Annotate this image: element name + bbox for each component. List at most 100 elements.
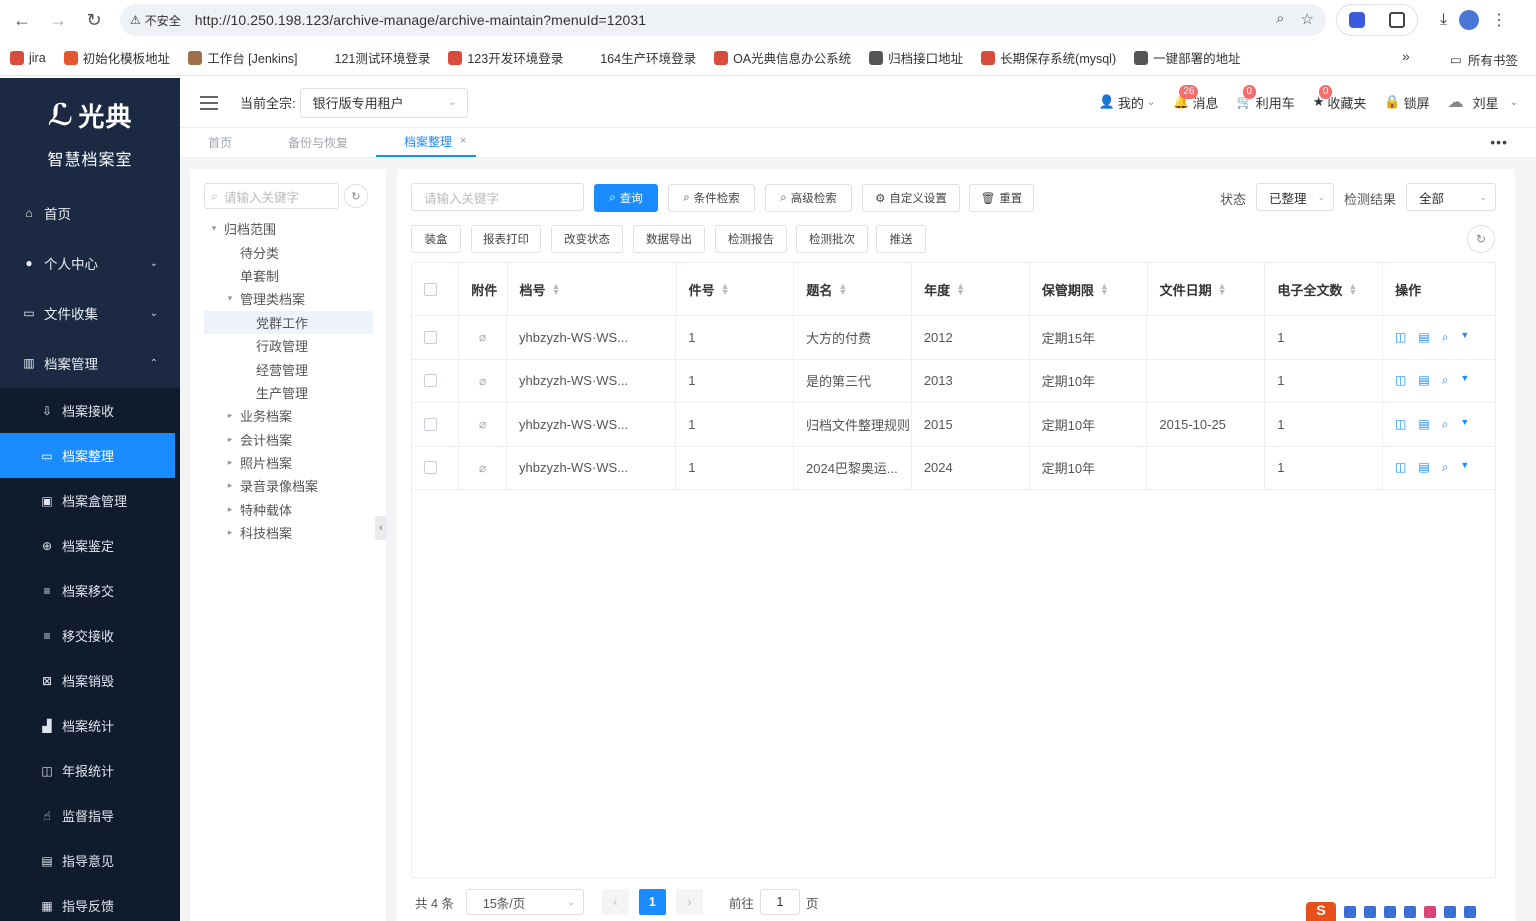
check-result-select[interactable]: 全部 ⌄ (1406, 183, 1496, 211)
detail-icon[interactable]: ▤ (1418, 373, 1429, 388)
submenu-item-5[interactable]: ≡ 移交接收 (0, 613, 180, 658)
sort-icon[interactable]: ▲ ▼ (721, 282, 730, 297)
url-text[interactable]: http://10.250.198.123/archive-manage/arc… (195, 12, 646, 28)
tree-refresh-icon[interactable]: ↻ (344, 184, 368, 208)
table-row[interactable]: ⌀ yhbzyzh-WS·WS... 1 是的第三代 2013 定期10年 1 ◫ ▤ ⌕ ▼ (412, 359, 1495, 403)
tree-node[interactable]: 经营管理 (204, 357, 373, 380)
paperclip-icon[interactable]: ⌀ (479, 417, 486, 431)
tree-node[interactable]: ▸ 科技档案 (204, 521, 373, 544)
all-bookmarks[interactable]: ▭ 所有书签 (1450, 50, 1518, 69)
submenu-item-0[interactable]: ⇩ 档案接收 (0, 388, 180, 433)
custom-settings-button[interactable]: ⚙ 自定义设置 (862, 184, 960, 212)
action-button-2[interactable]: 改变状态 (551, 225, 623, 253)
next-page-button[interactable]: › (675, 889, 703, 915)
reset-button[interactable]: 🗑 重置 (969, 184, 1034, 212)
submenu-item-8[interactable]: ◫ 年报统计 (0, 748, 180, 793)
tree-node[interactable]: ▾ 管理类档案 (204, 287, 373, 310)
ime-skin-icon[interactable] (1424, 905, 1436, 918)
submenu-item-7[interactable]: ▟ 档案统计 (0, 703, 180, 748)
detail-icon[interactable]: ▤ (1418, 460, 1429, 475)
search-icon[interactable]: ⌕ (1442, 373, 1449, 388)
tree-expand-icon[interactable]: ▸ (224, 504, 236, 515)
bookmark-item[interactable]: 123开发环境登录 (448, 48, 563, 67)
tree-node[interactable]: 生产管理 (204, 381, 373, 404)
view-icon[interactable]: ◫ (1395, 330, 1406, 345)
kebab-menu-icon[interactable]: ⋮ (1491, 10, 1507, 30)
tree-node[interactable]: ▸ 录音录像档案 (204, 474, 373, 497)
paperclip-icon[interactable]: ⌀ (479, 374, 486, 388)
action-button-4[interactable]: 检测报告 (715, 225, 787, 253)
tree-node[interactable]: ▸ 特种载体 (204, 498, 373, 521)
bookmark-item[interactable]: 164生产环境登录 (581, 48, 696, 67)
bookmarks-overflow-icon[interactable]: » (1402, 48, 1410, 64)
sort-icon[interactable]: ▲ ▼ (838, 282, 847, 297)
page-size-select[interactable]: 15条/页 ⌄ (465, 889, 584, 915)
tenant-select[interactable]: 银行版专用租户 ⌄ (299, 87, 468, 118)
ime-lang-icon[interactable] (1344, 905, 1356, 918)
condition-search-button[interactable]: ⌕ 条件检索 (668, 184, 755, 212)
tab-0[interactable]: 首页 (180, 127, 260, 157)
tree-expand-icon[interactable]: ▸ (224, 434, 236, 445)
sort-icon[interactable]: ▲ ▼ (1348, 282, 1357, 297)
query-button[interactable]: ⌕ 查询 (594, 184, 658, 212)
star-icon[interactable]: ☆ (1301, 10, 1314, 28)
bookmark-item[interactable]: 归档接口地址 (869, 48, 963, 67)
messages-button[interactable]: 🔔 26 消息 (1173, 84, 1219, 112)
page-1-button[interactable]: 1 (638, 889, 666, 915)
profile-avatar[interactable] (1459, 10, 1480, 30)
tree-node[interactable]: 行政管理 (204, 334, 373, 357)
bookmark-item[interactable]: 121测试环境登录 (315, 48, 430, 67)
submenu-item-6[interactable]: ⊠ 档案销毁 (0, 658, 180, 703)
cart-button[interactable]: 🛒 0 利用车 (1237, 84, 1295, 112)
sidebar-item-2[interactable]: ▭ 文件收集 ⌄ (0, 288, 180, 338)
tab-2[interactable]: 档案整理 × (376, 127, 477, 157)
ime-mic-icon[interactable] (1384, 905, 1396, 918)
tab-1[interactable]: 备份与恢复 (260, 127, 376, 157)
submenu-item-11[interactable]: ▦ 指导反馈 (0, 883, 180, 921)
advanced-search-button[interactable]: ⌕ 高级检索 (765, 184, 852, 212)
download-icon[interactable]: ⤓ (1440, 11, 1447, 29)
ime-punct-icon[interactable] (1364, 905, 1376, 918)
tree-expand-icon[interactable]: ▸ (224, 527, 236, 538)
dropdown-icon[interactable]: ▼ (1460, 330, 1469, 345)
row-checkbox[interactable] (424, 461, 437, 475)
ime-game-icon[interactable] (1444, 905, 1456, 918)
submenu-item-10[interactable]: ▤ 指导意见 (0, 838, 180, 883)
sidebar-item-3[interactable]: ▥ 档案管理 ⌃ (0, 338, 180, 388)
tree-node[interactable]: 党群工作 (204, 310, 373, 334)
tree-node[interactable]: ▸ 照片档案 (204, 451, 373, 474)
sort-icon[interactable]: ▲ ▼ (1218, 282, 1227, 297)
submenu-item-3[interactable]: ⊕ 档案鉴定 (0, 523, 180, 568)
sort-icon[interactable]: ▲ ▼ (552, 282, 561, 297)
tree-expand-icon[interactable]: ▸ (224, 457, 236, 468)
prev-page-button[interactable]: ‹ (601, 889, 629, 915)
bookmark-item[interactable]: 长期保存系统(mysql) (981, 48, 1116, 67)
user-menu[interactable]: ☁ 刘星 ⌄ (1448, 92, 1518, 112)
row-checkbox[interactable] (424, 330, 437, 344)
security-warning[interactable]: ⚠ 不安全 (130, 12, 181, 29)
sogou-ime-icon[interactable]: S (1306, 902, 1336, 921)
bookmark-item[interactable]: 工作台 [Jenkins] (188, 48, 298, 67)
forward-icon[interactable]: → (40, 2, 76, 38)
close-icon[interactable]: × (460, 135, 466, 147)
view-icon[interactable]: ◫ (1395, 373, 1406, 388)
hamburger-icon[interactable] (200, 95, 218, 110)
tree-node[interactable]: ▸ 会计档案 (204, 428, 373, 451)
search-icon[interactable]: ⌕ (1442, 460, 1449, 475)
view-icon[interactable]: ◫ (1395, 417, 1406, 432)
sidebar-item-0[interactable]: ⌂ 首页 (0, 188, 180, 238)
ime-tools-icon[interactable] (1464, 905, 1476, 918)
tabs-more-icon[interactable]: ••• (1490, 134, 1508, 150)
row-checkbox[interactable] (424, 374, 437, 388)
submenu-item-2[interactable]: ▣ 档案盒管理 (0, 478, 180, 523)
submenu-item-4[interactable]: ≡ 档案移交 (0, 568, 180, 613)
column-header[interactable]: 保管期限 ▲ ▼ (1030, 263, 1148, 315)
submenu-item-1[interactable]: ▭ 档案整理 (0, 433, 175, 478)
action-button-5[interactable]: 检测批次 (796, 225, 868, 253)
keyword-search-input[interactable]: 请输入关键字 (411, 183, 584, 211)
lock-screen-button[interactable]: 🔒 锁屏 (1384, 93, 1429, 112)
tree-expand-icon[interactable]: ▸ (224, 480, 236, 491)
mine-menu[interactable]: 👤 我的 ⌄ (1099, 93, 1156, 112)
ime-keyboard-icon[interactable] (1404, 905, 1416, 918)
sort-icon[interactable]: ▲ ▼ (1100, 282, 1109, 297)
